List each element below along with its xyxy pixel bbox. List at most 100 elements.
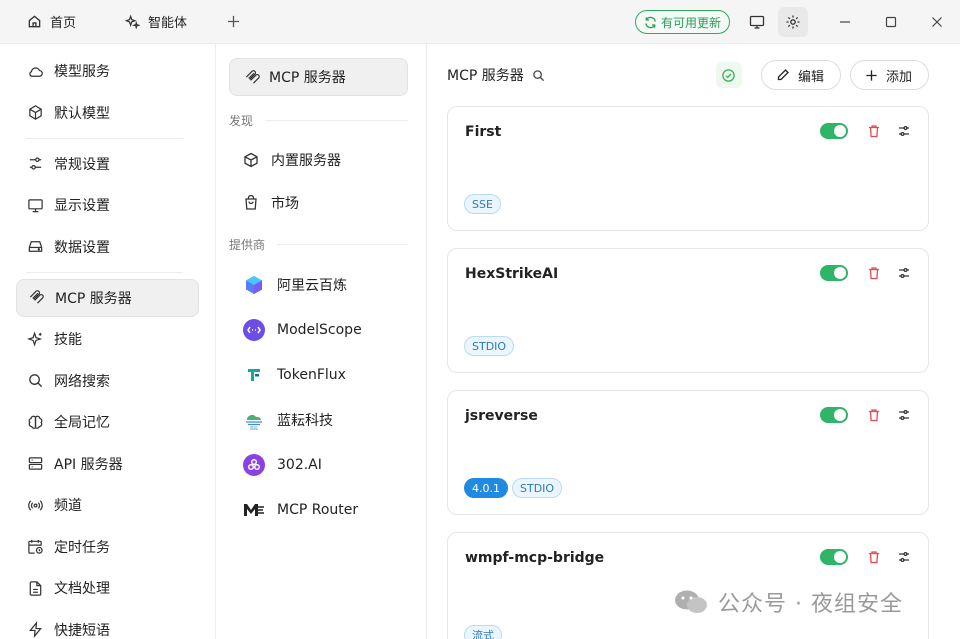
maximize-button[interactable] bbox=[868, 0, 914, 44]
monitor-icon bbox=[749, 15, 765, 29]
watermark-text: 公众号 · 夜组安全 bbox=[718, 592, 903, 617]
settings-sidebar: 模型服务 默认模型 常规设置 显示设置 数据设置 MCP 服务器 技能 网络搜索… bbox=[0, 44, 216, 639]
home-icon bbox=[26, 14, 42, 30]
provider-item-mcp-router[interactable]: MCP Router bbox=[229, 487, 408, 532]
search-icon[interactable] bbox=[532, 69, 545, 82]
sidebar-item-model-service[interactable]: 模型服务 bbox=[16, 52, 199, 90]
provider-item-302ai[interactable]: 302.AI bbox=[229, 442, 408, 487]
mcp-servers-nav-item[interactable]: MCP 服务器 bbox=[229, 58, 408, 96]
sidebar-item-data[interactable]: 数据设置 bbox=[16, 228, 199, 266]
server-enabled-toggle[interactable] bbox=[820, 549, 848, 565]
server-enabled-toggle[interactable] bbox=[820, 407, 848, 423]
transport-tag: STDIO bbox=[464, 336, 515, 356]
trash-icon[interactable] bbox=[866, 265, 882, 281]
settings-sliders-icon[interactable] bbox=[896, 549, 912, 565]
providers-section-header: 提供商 bbox=[229, 232, 408, 256]
shopping-bag-icon bbox=[243, 194, 259, 211]
mcp-icon bbox=[27, 289, 45, 307]
discover-section-header: 发现 bbox=[229, 108, 408, 132]
sidebar-item-document-processing[interactable]: 文档处理 bbox=[16, 569, 199, 607]
sidebar-item-api-server[interactable]: API 服务器 bbox=[16, 445, 199, 483]
tab-label: 首页 bbox=[50, 16, 77, 31]
sidebar-item-general[interactable]: 常规设置 bbox=[16, 145, 199, 183]
radio-icon bbox=[26, 496, 44, 514]
provider-label: 蓝耘科技 bbox=[277, 412, 333, 429]
sidebar-item-label: 快捷短语 bbox=[54, 622, 110, 639]
settings-sliders-icon[interactable] bbox=[896, 265, 912, 281]
zap-icon bbox=[26, 621, 44, 639]
modelscope-logo-icon bbox=[243, 318, 265, 341]
settings-sliders-icon[interactable] bbox=[896, 123, 912, 139]
svg-text:蓝耘: 蓝耘 bbox=[250, 424, 258, 430]
sidebar-item-mcp-servers[interactable]: MCP 服务器 bbox=[16, 278, 199, 317]
server-tags: 4.0.1 STDIO bbox=[464, 478, 566, 498]
sidebar-item-quick-phrases[interactable]: 快捷短语 bbox=[16, 611, 199, 639]
settings-sliders-icon[interactable] bbox=[896, 407, 912, 423]
document-icon bbox=[26, 579, 44, 597]
monitor-icon bbox=[26, 196, 44, 214]
page-title: MCP 服务器 bbox=[447, 68, 524, 84]
sidebar-item-channels[interactable]: 频道 bbox=[16, 486, 199, 524]
update-available-badge[interactable]: 有可用更新 bbox=[634, 10, 730, 34]
discover-item-label: 市场 bbox=[271, 195, 299, 212]
tab-agents[interactable]: 智能体 bbox=[90, 0, 201, 44]
server-tags: STDIO bbox=[464, 336, 518, 356]
close-icon bbox=[932, 17, 942, 27]
sidebar-item-label: 常规设置 bbox=[54, 156, 110, 173]
provider-item-tokenflux[interactable]: TokenFlux bbox=[229, 352, 408, 397]
sparkle-icon bbox=[124, 14, 140, 30]
server-card[interactable]: jsreverse 4.0.1 STDIO bbox=[447, 390, 929, 515]
discover-item-label: 内置服务器 bbox=[271, 152, 341, 169]
watermark: 公众号 · 夜组安全 bbox=[674, 586, 903, 618]
provider-item-bailian[interactable]: 阿里云百炼 bbox=[229, 262, 408, 307]
drive-icon bbox=[26, 238, 44, 256]
provider-label: 阿里云百炼 bbox=[277, 277, 347, 294]
close-button[interactable] bbox=[914, 0, 960, 44]
sidebar-item-display[interactable]: 显示设置 bbox=[16, 186, 199, 224]
provider-item-lanyun[interactable]: 蓝耘 蓝耘科技 bbox=[229, 397, 408, 442]
settings-button[interactable] bbox=[778, 7, 808, 37]
new-tab-button[interactable] bbox=[223, 12, 243, 32]
maximize-icon bbox=[885, 16, 897, 28]
check-circle-icon bbox=[722, 68, 736, 82]
provider-label: TokenFlux bbox=[277, 366, 346, 383]
trash-icon[interactable] bbox=[866, 123, 882, 139]
transport-tag: 流式 bbox=[464, 625, 502, 639]
add-label: 添加 bbox=[885, 69, 912, 85]
server-card[interactable]: HexStrikeAI STDIO bbox=[447, 248, 929, 373]
mcp-icon bbox=[244, 69, 261, 86]
sidebar-item-label: 显示设置 bbox=[54, 198, 110, 214]
transport-tag: SSE bbox=[464, 194, 501, 214]
server-enabled-toggle[interactable] bbox=[820, 265, 848, 281]
mcp-servers-nav-label: MCP 服务器 bbox=[269, 70, 346, 86]
tokenflux-logo-icon bbox=[243, 364, 265, 386]
marketplace-item[interactable]: 市场 bbox=[229, 181, 408, 224]
sidebar-item-label: 模型服务 bbox=[54, 64, 110, 80]
server-card[interactable]: First SSE bbox=[447, 106, 929, 231]
sidebar-divider bbox=[26, 271, 183, 273]
server-enabled-toggle[interactable] bbox=[820, 123, 848, 139]
title-bar: 首页 智能体 有可用更新 bbox=[0, 0, 960, 44]
trash-icon[interactable] bbox=[866, 549, 882, 565]
provider-item-modelscope[interactable]: ModelScope bbox=[229, 307, 408, 352]
box-icon bbox=[243, 152, 259, 168]
302ai-logo-icon bbox=[243, 453, 265, 476]
display-button[interactable] bbox=[742, 7, 772, 37]
plus-icon bbox=[866, 69, 877, 81]
sidebar-item-label: 数据设置 bbox=[54, 239, 110, 256]
sidebar-item-global-memory[interactable]: 全局记忆 bbox=[16, 403, 199, 441]
sidebar-item-web-search[interactable]: 网络搜索 bbox=[16, 362, 199, 400]
sidebar-item-label: 频道 bbox=[54, 498, 82, 514]
add-button[interactable]: 添加 bbox=[849, 60, 929, 90]
status-check-button[interactable] bbox=[715, 62, 742, 88]
sidebar-item-scheduled-tasks[interactable]: 定时任务 bbox=[16, 528, 199, 566]
panel-header: MCP 服务器 编辑 添加 bbox=[428, 44, 960, 106]
trash-icon[interactable] bbox=[866, 407, 882, 423]
sidebar-item-skills[interactable]: 技能 bbox=[16, 320, 199, 358]
tab-home[interactable]: 首页 bbox=[0, 0, 90, 44]
edit-button[interactable]: 编辑 bbox=[760, 60, 841, 90]
sidebar-item-label: 定时任务 bbox=[54, 539, 110, 556]
builtin-servers-item[interactable]: 内置服务器 bbox=[229, 138, 408, 181]
minimize-button[interactable] bbox=[822, 0, 868, 44]
sidebar-item-default-model[interactable]: 默认模型 bbox=[16, 94, 199, 132]
